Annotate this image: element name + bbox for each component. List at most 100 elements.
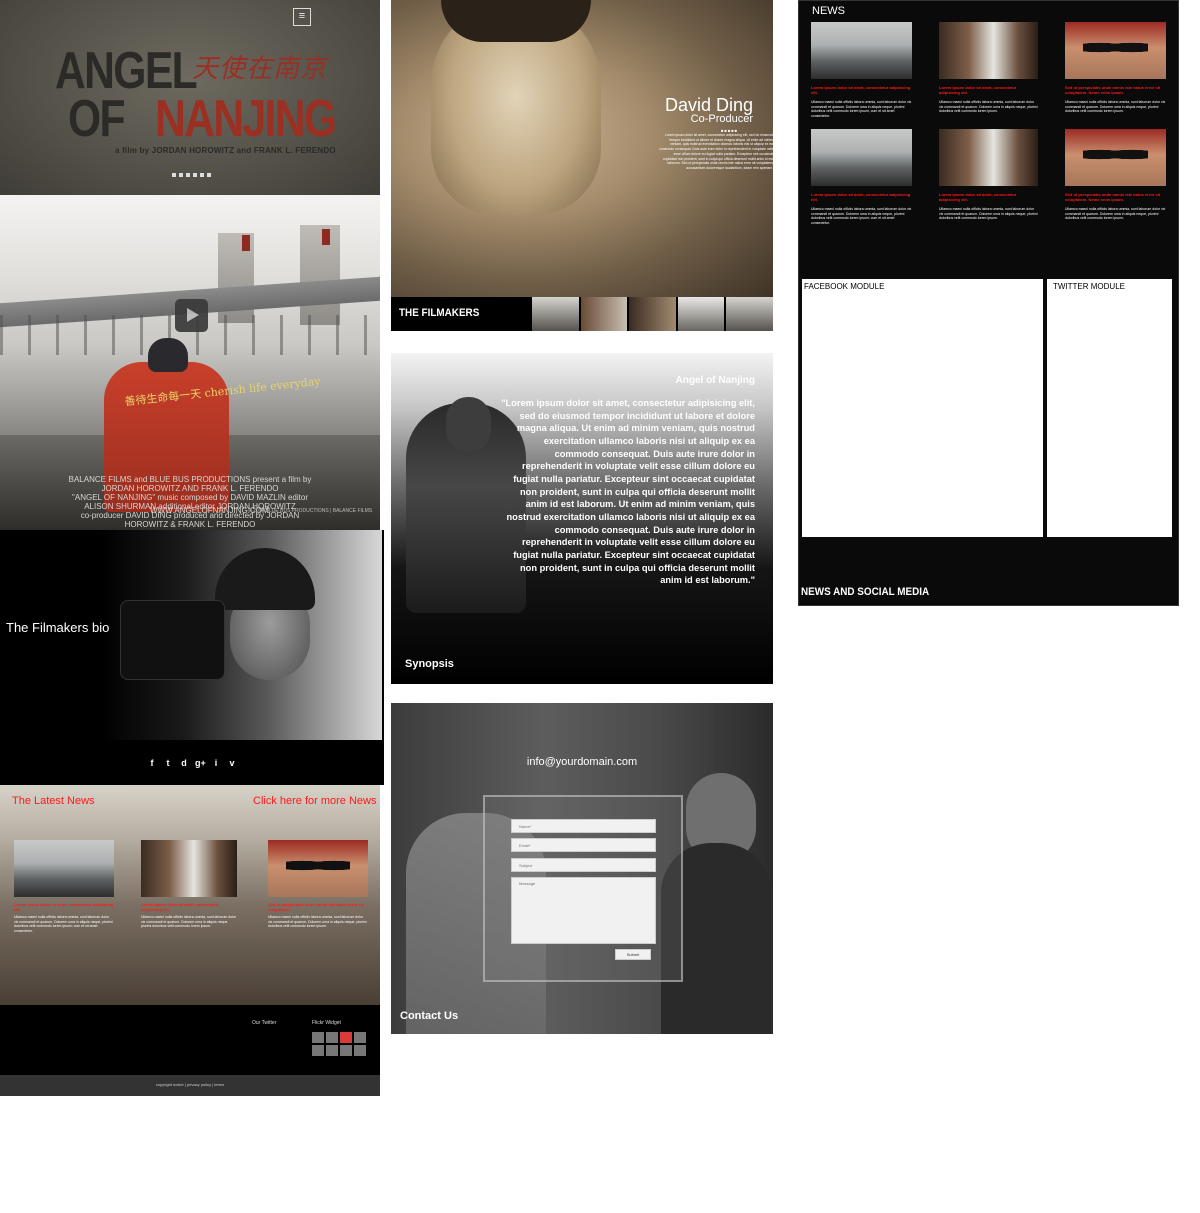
bridge-tower-right	[300, 225, 340, 325]
more-news-link[interactable]: Click here for more News	[253, 795, 376, 807]
facebook-icon[interactable]	[172, 173, 176, 177]
title-of: OF	[68, 90, 126, 148]
vimeo-icon[interactable]	[207, 173, 211, 177]
facebook-module-label: FACEBOOK MODULE	[804, 282, 885, 291]
news-body: Ullamco maeci nulla officiis labora ummi…	[141, 915, 237, 928]
news-thumbnail[interactable]	[268, 840, 368, 897]
news-headline[interactable]: Sed ut perspiciatis unde omnis iste natu…	[268, 902, 368, 912]
hero-social-icons	[172, 173, 212, 179]
hero-title-panel: ≡ ANGEL OF NANJING 天使在南京 a film by JORDA…	[0, 0, 380, 195]
google-plus-icon[interactable]	[193, 173, 197, 177]
news-thumbnail[interactable]	[1065, 22, 1166, 79]
google-plus-icon[interactable]: g+	[195, 758, 206, 768]
name-field[interactable]	[511, 819, 656, 833]
flickr-thumb[interactable]	[312, 1045, 324, 1056]
footer: Our Twitter Flickr Widget	[0, 1005, 380, 1075]
flickr-thumb[interactable]	[326, 1045, 338, 1056]
subject-field[interactable]	[511, 858, 656, 872]
email-field[interactable]	[511, 838, 656, 852]
instagram-icon[interactable]: i	[211, 758, 221, 768]
david-hair	[441, 0, 591, 42]
facebook-module[interactable]: FACEBOOK MODULE	[802, 279, 1043, 537]
news-headline[interactable]: Lorem ipsum dolor sit amet, consectetur …	[14, 902, 114, 912]
news-social-label: NEWS AND SOCIAL MEDIA	[801, 586, 930, 598]
news-thumbnail[interactable]	[141, 840, 237, 897]
filmakers-bar: THE FILMAKERS	[391, 297, 773, 331]
news-body: Ullamco maeci nulla officiis labora ummi…	[14, 915, 113, 933]
news-social-panel: NEWS Lorem ipsum dolor sit amet, consect…	[798, 0, 1179, 606]
flickr-thumb[interactable]	[354, 1045, 366, 1056]
synopsis-panel: Angel of Nanjing "Lorem ipsum dolor sit …	[391, 353, 773, 684]
news-headline[interactable]: Lorem ipsum dolor sit amet, consectetur …	[939, 85, 1038, 95]
latest-news-title: The Latest News	[12, 795, 95, 807]
flickr-widget-label: Flickr Widget	[312, 1020, 341, 1026]
poster-credits: BALANCE FILMS and BLUE BUS PRODUCTIONS p…	[60, 475, 320, 529]
news-title: NEWS	[812, 5, 845, 17]
news-headline[interactable]: Lorem ipsum dolor sit amet, consectetur …	[811, 192, 912, 202]
man-head	[148, 338, 188, 372]
message-field[interactable]	[511, 877, 656, 944]
news-thumbnail[interactable]	[811, 129, 912, 186]
submit-button[interactable]: Submit	[615, 949, 651, 960]
flickr-thumb[interactable]	[326, 1032, 338, 1043]
filmaker-thumb[interactable]	[629, 297, 676, 331]
hamburger-menu-icon[interactable]: ≡	[293, 8, 311, 26]
synopsis-heading: Angel of Nanjing	[675, 375, 755, 386]
vimeo-icon[interactable]: v	[227, 758, 237, 768]
profile-bio: Lorem ipsum dolor sit amet, consectetur …	[659, 133, 773, 170]
latest-news-panel: The Latest News Click here for more News…	[0, 785, 380, 1005]
film-credit: a film by JORDAN HOROWITZ and FRANK L. F…	[115, 146, 336, 155]
contact-panel: info@yourdomain.com Submit Contact Us	[391, 703, 773, 1034]
contact-form: Submit	[483, 795, 683, 982]
film-poster-video: 善待生命每一天 cherish life everyday BALANCE FI…	[0, 195, 380, 530]
twitter-icon[interactable]	[179, 173, 183, 177]
news-thumbnail[interactable]	[939, 129, 1038, 186]
twitter-icon[interactable]: t	[163, 758, 173, 768]
tower-flag-right	[322, 229, 330, 245]
news-headline[interactable]: Lorem ipsum dolor sit amet, consectetur …	[939, 192, 1038, 202]
facebook-icon[interactable]: f	[147, 758, 157, 768]
filmakers-title: THE FILMAKERS	[399, 307, 480, 319]
play-icon[interactable]	[175, 299, 208, 332]
contact-email[interactable]: info@yourdomain.com	[391, 756, 773, 768]
dribbble-icon[interactable]: d	[179, 758, 189, 768]
news-headline[interactable]: Lorem ipsum dolor sit amet, consectetur …	[141, 902, 237, 912]
synopsis-label: Synopsis	[405, 658, 454, 670]
dribbble-icon[interactable]	[186, 173, 190, 177]
flickr-thumb[interactable]	[354, 1032, 366, 1043]
title-angel: ANGEL	[55, 42, 198, 100]
contact-label: Contact Us	[400, 1010, 459, 1022]
our-twitter-label: Our Twitter	[252, 1020, 277, 1026]
news-body: Ullamco maeci nulla officiis labora ummi…	[939, 100, 1038, 113]
news-body: Ullamco maeci nulla officiis labora ummi…	[811, 100, 912, 118]
instagram-icon[interactable]	[200, 173, 204, 177]
flickr-thumb[interactable]	[340, 1032, 352, 1043]
title-chinese: 天使在南京	[192, 54, 328, 84]
bio-title[interactable]: The Filmakers bio	[6, 620, 109, 635]
news-thumbnail[interactable]	[811, 22, 912, 79]
filmaker-thumb[interactable]	[677, 297, 725, 331]
tower-flag-left	[242, 235, 250, 251]
news-thumbnail[interactable]	[14, 840, 114, 897]
synopsis-face	[446, 397, 491, 452]
david-ding-profile: David Ding Co-Producer ■■■■■ Lorem ipsum…	[391, 0, 773, 297]
synopsis-quote: "Lorem ipsum dolor sit amet, consectetur…	[501, 398, 755, 586]
flickr-thumb[interactable]	[312, 1032, 324, 1043]
news-headline[interactable]: Sed ut perspiciatis unde omnis iste natu…	[1065, 192, 1166, 202]
title-nanjing: NANJING	[155, 90, 337, 148]
twitter-module[interactable]: TWITTER MODULE	[1047, 279, 1172, 537]
filmaker-thumb[interactable]	[726, 297, 773, 331]
news-thumbnail[interactable]	[1065, 129, 1166, 186]
news-thumbnail[interactable]	[939, 22, 1038, 79]
news-body: Ullamco maeci nulla officiis labora ummi…	[268, 915, 367, 928]
profile-role: Co-Producer	[690, 113, 753, 125]
poster-copyright: © 2014 BLUE BUS PRODUCTIONS | BALANCE FI…	[248, 508, 373, 514]
news-headline[interactable]: Lorem ipsum dolor sit amet, consectetur …	[811, 85, 912, 95]
filmaker-thumb[interactable]	[532, 297, 579, 331]
filmakers-bio-panel: The Filmakers bio f t d g+ i v	[0, 530, 384, 785]
bio-camera	[120, 600, 225, 680]
flickr-thumb[interactable]	[340, 1045, 352, 1056]
news-headline[interactable]: Sed ut perspiciatis unde omnis iste natu…	[1065, 85, 1166, 95]
filmakers-thumbnails	[532, 297, 773, 331]
filmaker-thumb[interactable]	[580, 297, 628, 331]
